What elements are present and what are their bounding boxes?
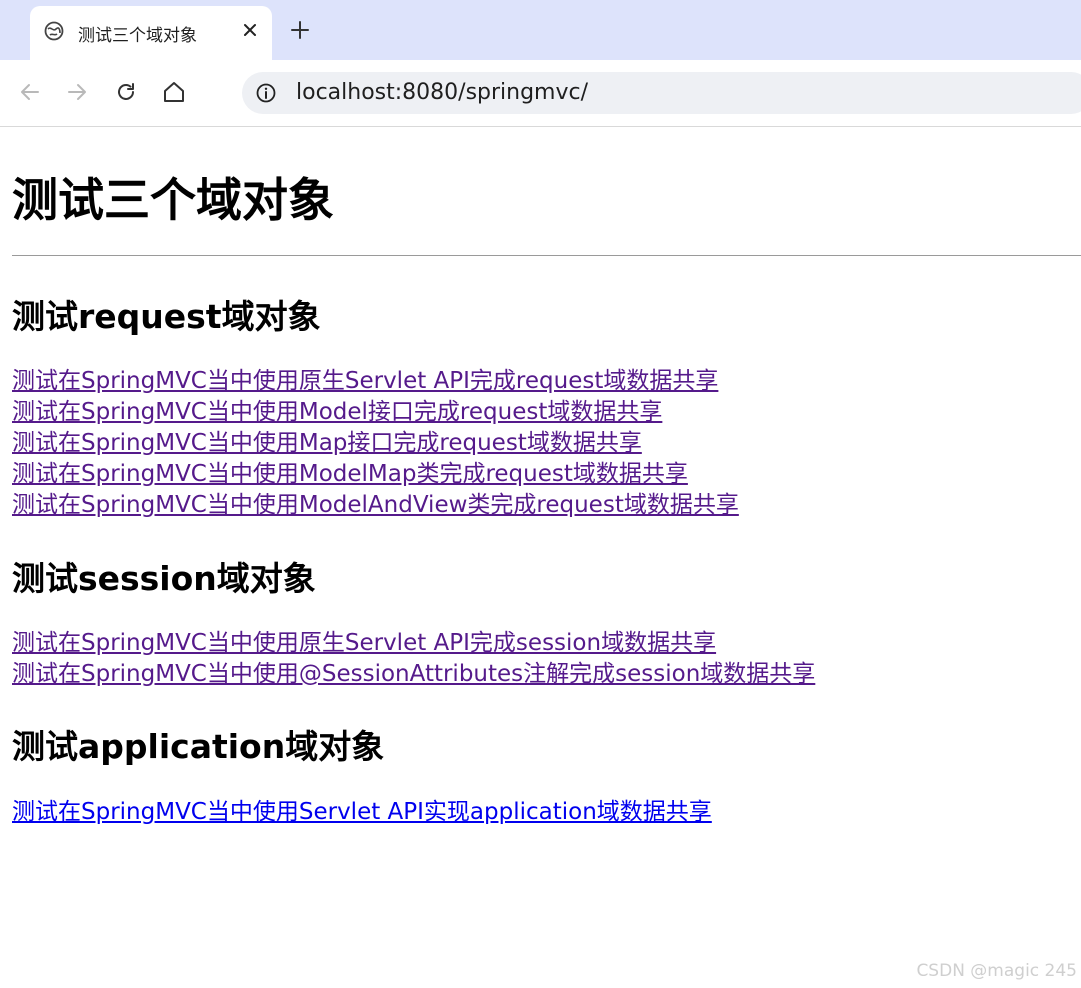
link-request-modelmap[interactable]: 测试在SpringMVC当中使用ModelMap类完成request域数据共享 <box>12 459 739 490</box>
watermark: CSDN @magic 245 <box>916 961 1077 981</box>
link-request-modelandview[interactable]: 测试在SpringMVC当中使用ModelAndView类完成request域数… <box>12 490 739 521</box>
horizontal-rule <box>12 255 1081 256</box>
page-title: 测试三个域对象 <box>12 173 334 227</box>
link-application-servlet-api[interactable]: 测试在SpringMVC当中使用Servlet API实现application… <box>12 797 712 828</box>
address-url[interactable]: localhost:8080/springmvc/ <box>296 80 588 105</box>
link-session-servlet-api[interactable]: 测试在SpringMVC当中使用原生Servlet API完成session域数… <box>12 628 815 659</box>
section-heading-session: 测试session域对象 <box>12 559 316 598</box>
link-session-attributes[interactable]: 测试在SpringMVC当中使用@SessionAttributes注解完成se… <box>12 659 815 690</box>
home-icon[interactable] <box>160 78 188 106</box>
link-request-map[interactable]: 测试在SpringMVC当中使用Map接口完成request域数据共享 <box>12 428 739 459</box>
session-links: 测试在SpringMVC当中使用原生Servlet API完成session域数… <box>12 628 815 690</box>
plus-icon[interactable] <box>288 18 312 42</box>
browser-tab-active[interactable]: 测试三个域对象 <box>30 6 272 62</box>
section-heading-application: 测试application域对象 <box>12 727 385 766</box>
browser-toolbar: localhost:8080/springmvc/ <box>0 60 1081 127</box>
forward-arrow-icon[interactable] <box>63 78 91 106</box>
reload-icon[interactable] <box>112 78 140 106</box>
tab-strip: 测试三个域对象 <box>0 0 1081 62</box>
section-heading-request: 测试request域对象 <box>12 297 321 336</box>
request-links: 测试在SpringMVC当中使用原生Servlet API完成request域数… <box>12 366 739 521</box>
address-bar[interactable]: localhost:8080/springmvc/ <box>242 72 1081 114</box>
globe-icon <box>44 21 64 41</box>
info-icon[interactable] <box>255 82 277 104</box>
close-icon[interactable] <box>239 19 261 41</box>
tab-title: 测试三个域对象 <box>78 26 197 46</box>
link-request-model[interactable]: 测试在SpringMVC当中使用Model接口完成request域数据共享 <box>12 397 739 428</box>
back-arrow-icon[interactable] <box>16 78 44 106</box>
link-request-servlet-api[interactable]: 测试在SpringMVC当中使用原生Servlet API完成request域数… <box>12 366 739 397</box>
application-links: 测试在SpringMVC当中使用Servlet API实现application… <box>12 797 712 828</box>
